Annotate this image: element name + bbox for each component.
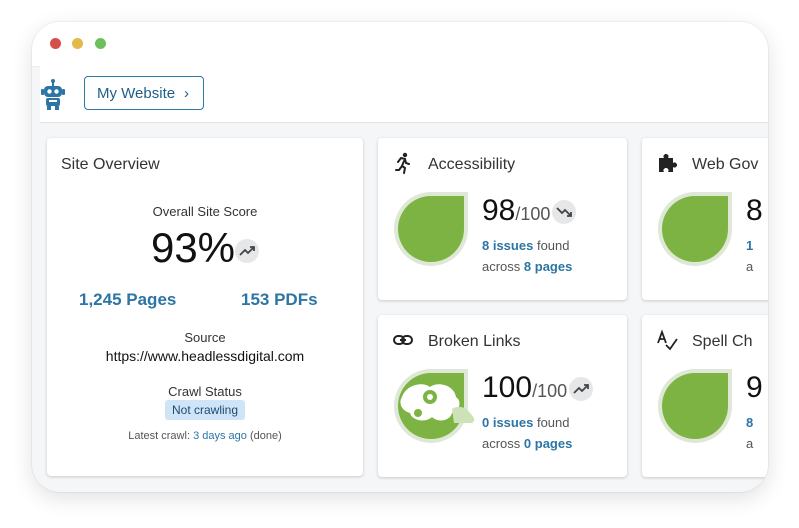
pages-link[interactable]: 0 pages [524, 436, 572, 451]
trend-down-icon [552, 200, 577, 225]
puzzle-piece-icon [659, 154, 677, 172]
pdfs-count-link[interactable]: 153 PDFs [241, 290, 318, 310]
latest-crawl-prefix: Latest crawl: [128, 430, 190, 442]
trend-up-icon [569, 377, 594, 402]
score-value: 98 [482, 194, 516, 227]
app-window: My Website › Site Overview Overall Site … [32, 22, 768, 492]
card-title: Broken Links [428, 333, 521, 350]
site-selector-button[interactable]: My Website › [84, 76, 204, 110]
card-title: Site Overview [61, 156, 160, 173]
issues-link[interactable]: 0 issues [482, 415, 533, 430]
spell-check-card[interactable]: Spell Ch 9 8 a [642, 315, 768, 477]
chevron-right-icon: › [184, 85, 189, 102]
site-overview-card: Site Overview Overall Site Score 93% 1,2… [47, 138, 363, 476]
score-max: /100 [515, 204, 551, 224]
running-person-icon [395, 152, 410, 174]
broken-links-card[interactable]: Broken Links 100/100 0 issues found acro… [378, 315, 627, 477]
source-label: Source [184, 330, 226, 345]
latest-crawl-link[interactable]: 3 days ago [193, 430, 247, 442]
spellcheck-icon [657, 329, 678, 351]
close-window-button[interactable] [50, 38, 61, 49]
across-text: across [482, 436, 521, 451]
issues-link[interactable]: 1 [746, 238, 753, 253]
card-title: Web Gov [692, 156, 759, 173]
web-governance-card[interactable]: Web Gov 8 1 a [642, 138, 768, 300]
top-bar: My Website › [40, 66, 768, 123]
accessibility-score: 98/100 [482, 194, 577, 228]
card-title: Spell Ch [692, 333, 753, 350]
issues-link[interactable]: 8 issues [482, 238, 533, 253]
titlebar [32, 22, 768, 67]
crawl-status-badge: Not crawling [164, 400, 246, 420]
maximize-window-button[interactable] [95, 38, 106, 49]
crawl-status-label: Crawl Status [168, 384, 242, 399]
issues-summary: 8 a [746, 412, 753, 454]
spell-check-score: 9 [746, 371, 763, 404]
broken-links-score: 100/100 [482, 371, 594, 405]
overall-score: 93% [47, 224, 363, 272]
across-text: across [482, 259, 521, 274]
found-text: found [536, 415, 570, 430]
card-title: Accessibility [428, 156, 516, 173]
across-text: a [746, 259, 754, 274]
robot-logo-icon[interactable] [40, 78, 66, 110]
source-url: https://www.headlessdigital.com [105, 348, 305, 364]
score-max: /100 [532, 381, 568, 401]
score-value: 100 [482, 371, 533, 404]
issues-summary: 8 issues found across 8 pages [482, 235, 572, 277]
accessibility-card[interactable]: Accessibility 98/100 8 issues found acro… [378, 138, 627, 300]
site-selector-label: My Website [97, 85, 176, 102]
pages-count-link[interactable]: 1,245 Pages [79, 290, 176, 310]
minimize-window-button[interactable] [72, 38, 83, 49]
latest-crawl: Latest crawl: 3 days ago (done) [47, 430, 363, 442]
score-blob [658, 192, 732, 266]
across-text: a [746, 436, 754, 451]
crawl-status-wrap: Not crawling [47, 400, 363, 420]
web-governance-score: 8 [746, 194, 763, 227]
overall-score-value: 93% [150, 224, 236, 271]
issues-summary: 0 issues found across 0 pages [482, 412, 572, 454]
score-blob [658, 369, 732, 443]
broken-links-illustration [394, 369, 475, 443]
score-blob [394, 192, 468, 266]
link-icon [393, 335, 413, 345]
issues-link[interactable]: 8 [746, 415, 753, 430]
found-text: found [536, 238, 570, 253]
issues-summary: 1 a [746, 235, 753, 277]
trend-up-icon [235, 238, 260, 263]
score-label: Overall Site Score [152, 204, 258, 219]
latest-crawl-suffix: (done) [249, 430, 282, 442]
pages-link[interactable]: 8 pages [524, 259, 572, 274]
